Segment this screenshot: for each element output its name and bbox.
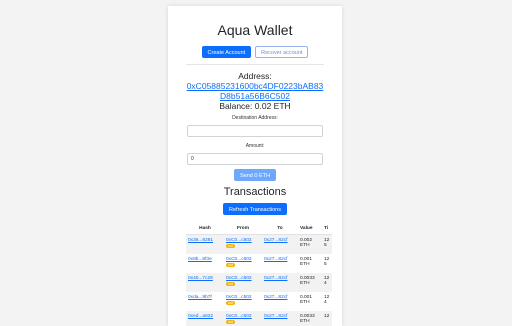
tx-value: 0.002 ETH <box>298 235 322 254</box>
table-row: 0x8b...8f3e 0xC0...c502out 0x27...82cf 0… <box>186 254 332 273</box>
direction-badge: out <box>226 263 235 267</box>
wallet-card: Aqua Wallet Create Account Recover accou… <box>168 6 342 326</box>
tx-value: 0.0033 ETH <box>298 311 322 326</box>
amount-label: Amount: <box>168 143 342 150</box>
table-row: 0xda...9b7f 0xC0...c502out 0x27...82cf 0… <box>186 292 332 311</box>
table-header-row: Hash From To Value Ti <box>186 222 332 235</box>
tx-time: 12 5 <box>322 235 332 254</box>
tx-value: 0.0033 ETH <box>298 273 322 292</box>
column-header-from: From <box>224 222 262 235</box>
destination-label: Destination Address: <box>168 115 342 122</box>
tx-from-link[interactable]: 0xC0...c502 <box>226 295 252 300</box>
direction-badge: out <box>226 301 235 305</box>
tx-hash-link[interactable]: 0x36...8281 <box>188 238 213 243</box>
balance-text: Balance: 0.02 ETH <box>168 101 342 111</box>
page-title: Aqua Wallet <box>168 21 342 39</box>
tx-value: 0.001 ETH <box>298 292 322 311</box>
tx-time: 12 5 <box>322 254 332 273</box>
tx-from-link[interactable]: 0xC0...c502 <box>226 314 252 319</box>
account-info: Address: 0xC05885231600bc4DF0223bAB83D8b… <box>168 71 342 111</box>
transactions-table: Hash From To Value Ti 0x36...8281 0xC0..… <box>186 222 332 326</box>
tx-to-link[interactable]: 0x27...82cf <box>264 276 287 281</box>
column-header-to: To <box>262 222 298 235</box>
refresh-transactions-button[interactable]: Refresh Transactions <box>223 203 287 215</box>
recover-account-button[interactable]: Recover account <box>255 46 308 58</box>
column-header-hash: Hash <box>186 222 224 235</box>
direction-badge: out <box>226 282 235 286</box>
tx-to-link[interactable]: 0x27...82cf <box>264 257 287 262</box>
column-header-value: Value <box>298 222 322 235</box>
send-form: Destination Address: Amount: Send 0 ETH <box>168 115 342 181</box>
table-row: 0xed...a622 0xC0...c502out 0x27...82cf 0… <box>186 311 332 326</box>
direction-badge: out <box>226 320 235 324</box>
tx-hash-link[interactable]: 0x8b...8f3e <box>188 257 212 262</box>
tx-to-link[interactable]: 0x27...82cf <box>264 295 287 300</box>
tx-time: 12 4 <box>322 292 332 311</box>
send-button[interactable]: Send 0 ETH <box>234 169 276 181</box>
tx-time: 12 4 <box>322 273 332 292</box>
tx-hash-link[interactable]: 0xda...9b7f <box>188 295 212 300</box>
address-link[interactable]: 0xC05885231600bc4DF0223bAB83D8b51a56B6C5… <box>168 81 342 101</box>
table-row: 0x40...7c29 0xC0...c502out 0x27...82cf 0… <box>186 273 332 292</box>
tx-hash-link[interactable]: 0xed...a622 <box>188 314 213 319</box>
destination-input[interactable] <box>187 125 323 137</box>
tx-from-link[interactable]: 0xC0...c502 <box>226 276 252 281</box>
tx-to-link[interactable]: 0x27...82cf <box>264 238 287 243</box>
tx-hash-link[interactable]: 0x40...7c29 <box>188 276 213 281</box>
tx-from-link[interactable]: 0xC0...c502 <box>226 257 252 262</box>
account-actions: Create Account Recover account <box>168 46 342 58</box>
table-row: 0x36...8281 0xC0...c502out 0x27...82cf 0… <box>186 235 332 254</box>
direction-badge: out <box>226 244 235 248</box>
column-header-time: Ti <box>322 222 332 235</box>
divider <box>186 64 324 65</box>
transactions-title: Transactions <box>168 186 342 199</box>
create-account-button[interactable]: Create Account <box>202 46 252 58</box>
tx-value: 0.001 ETH <box>298 254 322 273</box>
address-label: Address: <box>168 71 342 81</box>
amount-input[interactable] <box>187 153 323 165</box>
tx-time: 12 <box>322 311 332 326</box>
tx-from-link[interactable]: 0xC0...c502 <box>226 238 252 243</box>
tx-to-link[interactable]: 0x27...82cf <box>264 314 287 319</box>
